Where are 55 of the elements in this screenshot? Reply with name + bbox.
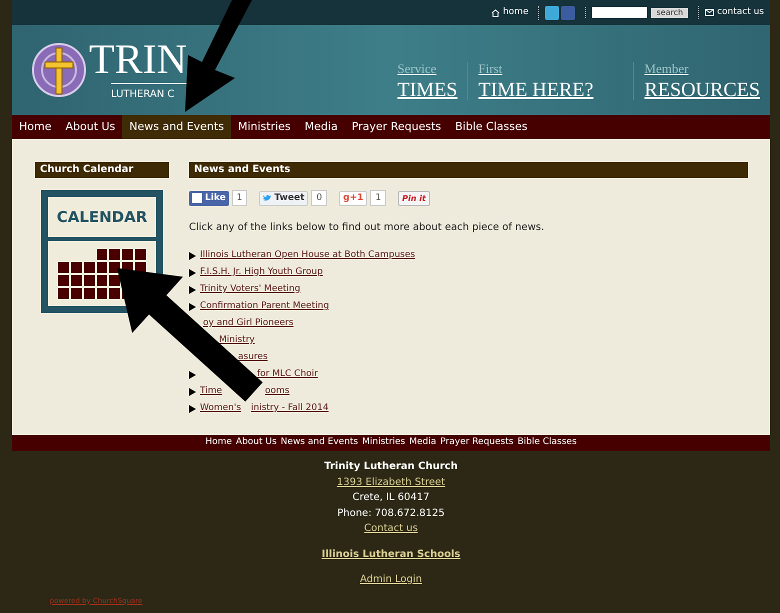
news-link[interactable]: ooms <box>265 384 290 398</box>
search-field[interactable] <box>592 7 648 18</box>
bird-icon <box>263 194 272 202</box>
news-link[interactable]: F.I.S.H. Jr. High Youth Group <box>200 266 323 280</box>
news-link[interactable]: Illinois Lutheran Open House at Both Campuses <box>200 248 416 262</box>
news-link[interactable]: Women's <box>200 402 242 416</box>
header-link[interactable]: Service TIMES <box>387 62 468 100</box>
sidebar-heading: Church Calendar <box>35 162 169 178</box>
section-heading: News and Events <box>189 162 748 178</box>
plus-one-button[interactable]: g+1 <box>339 190 368 206</box>
phone-text: Phone: 708.672.8125 <box>337 506 445 520</box>
share-count: 1 <box>370 190 386 206</box>
footer-nav-link[interactable]: Home <box>205 436 232 450</box>
home-link[interactable]: home <box>490 6 528 20</box>
footer-nav-link[interactable]: Media <box>409 436 436 450</box>
nav-tab[interactable]: About Us <box>58 115 122 139</box>
news-link[interactable]: inistry - Fall 2014 <box>251 402 329 416</box>
mail-icon <box>705 9 714 16</box>
footer-nav-link[interactable]: Prayer Requests <box>440 436 514 450</box>
church-name: Trinity Lutheran Church <box>324 460 458 474</box>
nav-tab[interactable]: Home <box>12 115 58 139</box>
footer-nav-link[interactable]: News and Events <box>280 436 358 450</box>
home-icon <box>490 8 500 16</box>
address-link[interactable]: 1393 Elizabeth Street <box>336 474 446 490</box>
nav-tab[interactable]: Bible Classes <box>448 115 534 139</box>
share-count: 0 <box>311 190 328 206</box>
tweet-button[interactable]: Tweet <box>259 190 308 206</box>
pin-button[interactable]: Pin it <box>398 190 430 206</box>
city-text: Crete, IL 60417 <box>352 491 430 505</box>
news-link[interactable]: Time <box>200 384 222 398</box>
like-button[interactable]: Like <box>189 190 229 206</box>
news-link[interactable]: for MLC Choir <box>257 368 318 382</box>
intro-text: Click any of the links below to find out more about each piece of news. <box>189 221 546 235</box>
share-count: 1 <box>232 190 248 206</box>
footer-nav-link[interactable]: About Us <box>236 436 277 450</box>
contact-link[interactable]: contact us <box>698 6 764 20</box>
footer-nav-link[interactable]: Ministries <box>362 436 406 450</box>
nav-tab[interactable]: Prayer Requests <box>344 115 448 139</box>
header-link[interactable]: First TIME HERE? <box>467 62 604 100</box>
news-link[interactable]: oy and Girl Pioneers <box>203 316 294 330</box>
news-link[interactable]: asures <box>238 350 268 364</box>
cross-logo-icon <box>32 40 87 100</box>
nav-tab[interactable]: Media <box>298 115 345 139</box>
admin-login-link[interactable]: Admin Login <box>360 572 422 588</box>
nav-tab[interactable]: Ministries <box>230 115 298 139</box>
news-link[interactable]: Trinity Voters' Meeting <box>200 282 300 296</box>
news-link[interactable]: Ministry <box>219 334 255 348</box>
logo-title: TRIN <box>89 38 187 80</box>
footer-nav-link[interactable]: Bible Classes <box>517 436 577 450</box>
search-button[interactable]: search <box>651 8 688 18</box>
contact-link[interactable]: Contact us <box>364 521 418 536</box>
schools-link[interactable]: Illinois Lutheran Schools <box>322 546 460 562</box>
news-link[interactable]: Confirmation Parent Meeting <box>200 300 330 314</box>
nav-tab[interactable]: News and Events <box>122 115 231 139</box>
header-link[interactable]: Member RESOURCES <box>633 62 770 100</box>
